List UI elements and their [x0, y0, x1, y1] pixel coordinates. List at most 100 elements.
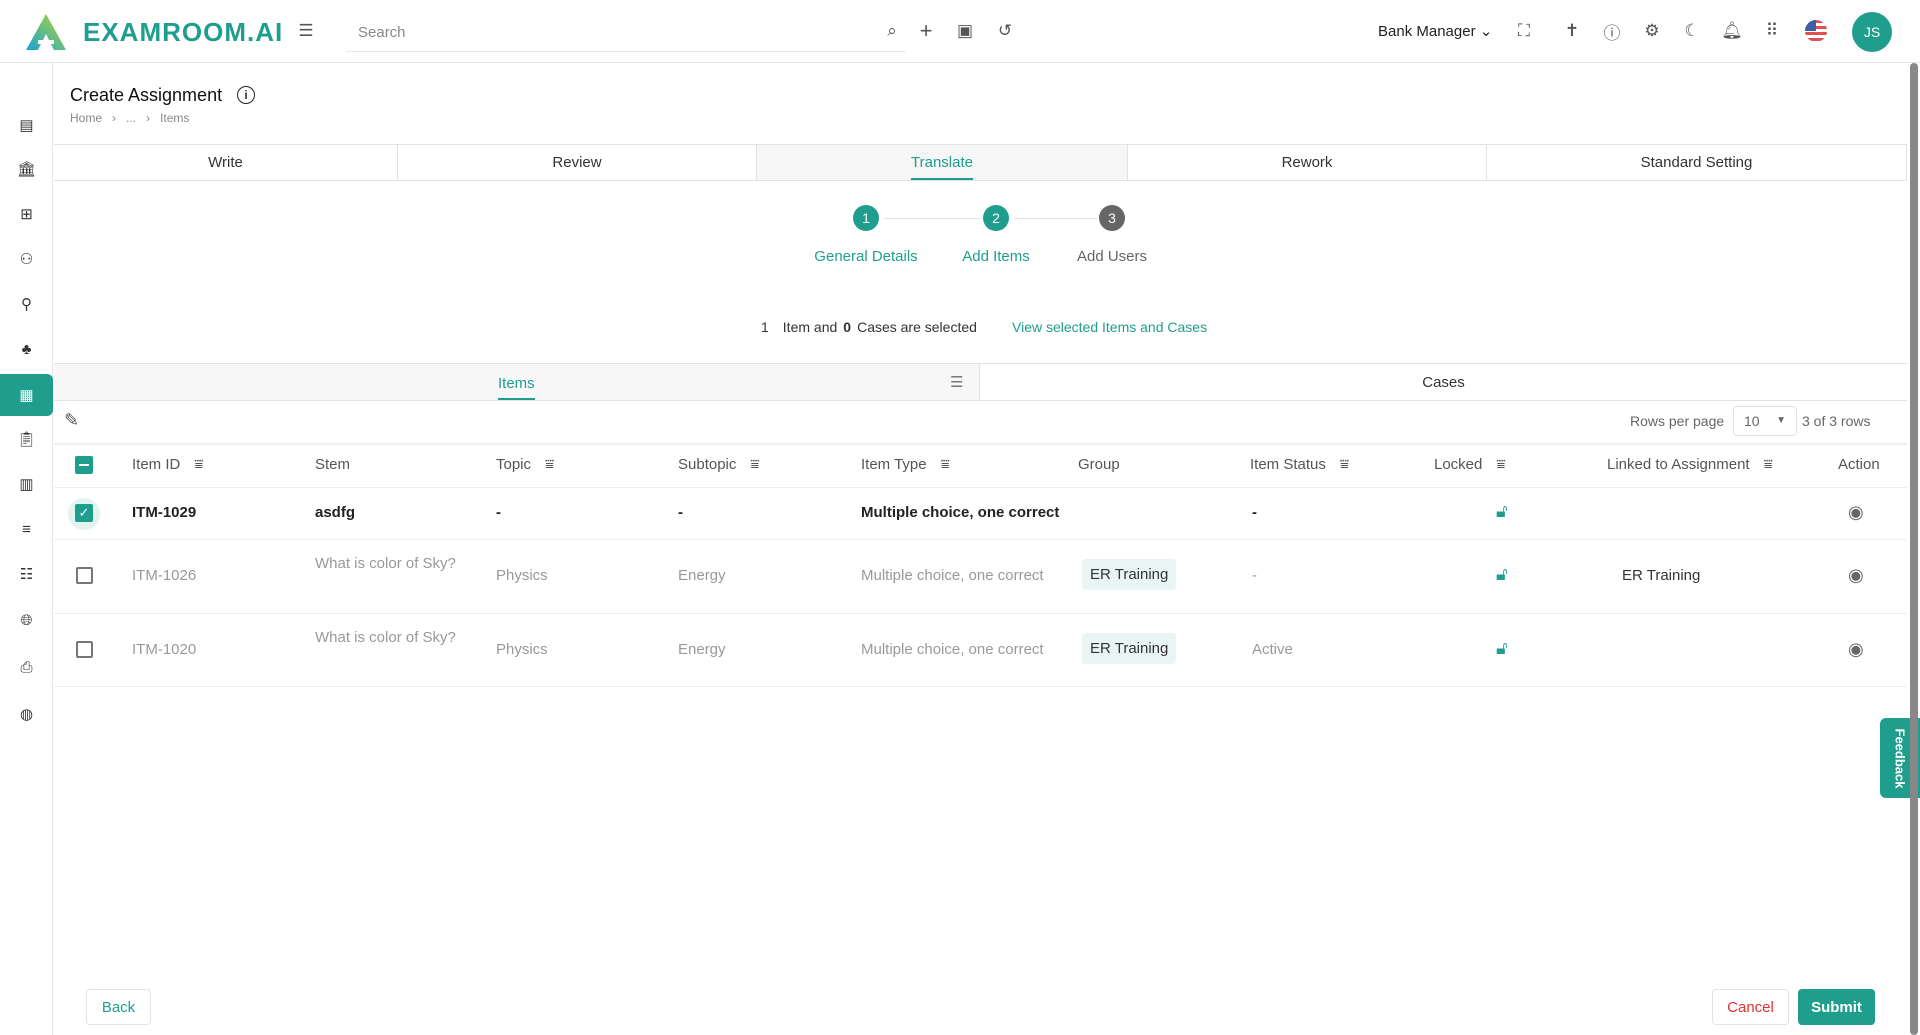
tab-rework[interactable]: Rework: [1128, 144, 1487, 181]
step-2-circle[interactable]: 2: [983, 205, 1009, 231]
row-checkbox[interactable]: [76, 567, 93, 584]
chevron-right-icon: ›: [112, 111, 117, 125]
sidebar-print-icon[interactable]: ⎙: [0, 647, 53, 687]
apps-grid-icon[interactable]: ⠿: [1761, 20, 1783, 42]
history-icon[interactable]: ↺: [994, 20, 1016, 42]
sidebar-add-item-icon[interactable]: ⊞: [0, 194, 53, 234]
rows-per-page-label: Rows per page: [1630, 413, 1725, 429]
hamburger-menu-icon[interactable]: ☰: [295, 20, 317, 42]
column-header-label: Item ID: [132, 456, 181, 473]
sidebar-dashboard-icon[interactable]: ▤: [0, 105, 53, 145]
role-label: Bank Manager: [1378, 23, 1476, 40]
page-title: Create Assignment: [70, 85, 223, 105]
selection-text: Cases are selected: [857, 319, 977, 335]
unlocked-icon[interactable]: 🔓︎: [1496, 564, 1508, 585]
sidebar-checklist-icon[interactable]: ☷: [0, 554, 53, 594]
tab-label: Review: [552, 154, 602, 171]
item-id[interactable]: ITM-1020: [132, 641, 196, 658]
column-header[interactable]: Locked ⩸: [1434, 456, 1512, 473]
sidebar-user-settings-icon[interactable]: ⚇: [0, 239, 53, 279]
search-input[interactable]: Search: [346, 14, 906, 52]
tab-review[interactable]: Review: [398, 144, 757, 181]
help-icon[interactable]: ⓘ: [1601, 20, 1623, 43]
tab-label: Write: [208, 154, 243, 171]
step-2-label[interactable]: Add Items: [962, 248, 1030, 265]
info-icon[interactable]: i: [237, 86, 255, 104]
filter-icon[interactable]: ⩸: [1496, 456, 1512, 473]
column-header[interactable]: Item ID ⩸: [132, 456, 210, 473]
sidebar-hierarchy-icon[interactable]: ♣: [0, 329, 53, 369]
notification-bell-icon[interactable]: 🔔︎: [1721, 20, 1743, 42]
item-topic: Physics: [496, 567, 548, 584]
selection-summary: 1 Item and 0 Cases are selected: [761, 319, 977, 335]
add-icon[interactable]: +: [915, 18, 937, 43]
accessibility-icon[interactable]: ✝: [1561, 20, 1583, 42]
sidebar-user-icon[interactable]: ⚲: [0, 284, 53, 324]
save-icon[interactable]: ▣: [954, 20, 976, 42]
sidebar-clipboard-icon[interactable]: 📋︎: [0, 419, 53, 459]
sidebar-list-icon[interactable]: ≡: [0, 509, 53, 549]
subtab-cases[interactable]: Cases: [980, 363, 1907, 401]
filter-icon[interactable]: ⩸: [1340, 456, 1356, 473]
feedback-label: Feedback: [1892, 728, 1908, 788]
column-header[interactable]: Item Status ⩸: [1250, 456, 1356, 473]
sidebar-assignment-icon[interactable]: ▦: [0, 374, 53, 416]
row-checkbox[interactable]: ✓: [75, 504, 93, 522]
user-avatar[interactable]: JS: [1852, 12, 1892, 52]
column-header[interactable]: Action: [1838, 456, 1880, 473]
column-header[interactable]: Topic ⩸: [496, 456, 561, 473]
column-header[interactable]: Linked to Assignment ⩸: [1607, 456, 1780, 473]
filter-icon[interactable]: ⩸: [750, 456, 766, 473]
settings-icon[interactable]: ⚙: [1641, 20, 1663, 42]
view-eye-icon[interactable]: ◉: [1848, 502, 1864, 523]
dropdown-arrow-icon: ▼: [1776, 415, 1786, 426]
submit-button[interactable]: Submit: [1798, 989, 1875, 1025]
role-dropdown[interactable]: Bank Manager ⌄: [1378, 22, 1492, 40]
sidebar-report-icon[interactable]: ▥: [0, 464, 53, 504]
filter-icon[interactable]: ⩸: [1764, 456, 1780, 473]
sidebar-globe-settings-icon[interactable]: 🌐︎: [0, 600, 53, 640]
tab-translate[interactable]: Translate: [757, 144, 1128, 181]
breadcrumb-ellipsis[interactable]: ...: [126, 111, 136, 125]
search-icon[interactable]: ⌕: [881, 20, 903, 42]
list-view-icon[interactable]: ☰: [950, 373, 963, 391]
dark-mode-icon[interactable]: ☾: [1681, 20, 1703, 42]
fullscreen-icon[interactable]: ⛶: [1513, 20, 1535, 42]
item-id[interactable]: ITM-1029: [132, 504, 196, 521]
step-1-label[interactable]: General Details: [814, 248, 917, 265]
step-3-circle[interactable]: 3: [1099, 205, 1125, 231]
us-flag-icon[interactable]: [1805, 20, 1827, 42]
back-button[interactable]: Back: [86, 989, 151, 1025]
view-eye-icon[interactable]: ◉: [1848, 565, 1864, 586]
column-header[interactable]: Item Type ⩸: [861, 456, 957, 473]
subtab-items[interactable]: Items ☰: [54, 363, 980, 401]
view-selected-link[interactable]: View selected Items and Cases: [1012, 319, 1207, 335]
sidebar-globe-icon[interactable]: ◍: [0, 694, 53, 734]
filter-icon[interactable]: ⩸: [941, 456, 957, 473]
column-header-label: Action: [1838, 456, 1880, 473]
row-checkbox[interactable]: [76, 640, 93, 658]
sidebar-bank-icon[interactable]: 🏛︎: [0, 149, 53, 189]
filter-icon[interactable]: ⩸: [545, 456, 561, 473]
breadcrumb-items: Items: [160, 111, 190, 125]
rows-per-page-select[interactable]: 10 ▼: [1733, 406, 1797, 436]
view-eye-icon[interactable]: ◉: [1848, 639, 1864, 660]
column-header[interactable]: Stem: [315, 456, 350, 473]
column-header[interactable]: Group: [1078, 456, 1120, 473]
unlocked-icon[interactable]: 🔓︎: [1496, 501, 1508, 522]
filter-icon[interactable]: ⩸: [194, 456, 210, 473]
edit-pencil-icon[interactable]: ✎: [64, 410, 79, 431]
item-type: Multiple choice, one correct: [861, 567, 1044, 584]
breadcrumb-home[interactable]: Home: [70, 111, 102, 125]
column-header[interactable]: Subtopic ⩸: [678, 456, 766, 473]
scrollbar[interactable]: [1910, 63, 1918, 1035]
tab-standard-setting[interactable]: Standard Setting: [1487, 144, 1907, 181]
item-id[interactable]: ITM-1026: [132, 567, 196, 584]
step-1-circle[interactable]: 1: [853, 205, 879, 231]
tab-write[interactable]: Write: [54, 144, 398, 181]
select-all-checkbox[interactable]: [75, 456, 93, 474]
cancel-button[interactable]: Cancel: [1712, 989, 1789, 1025]
unlocked-icon[interactable]: 🔓︎: [1496, 638, 1508, 659]
column-header-label: Locked: [1434, 456, 1483, 473]
step-3-label[interactable]: Add Users: [1077, 248, 1147, 265]
